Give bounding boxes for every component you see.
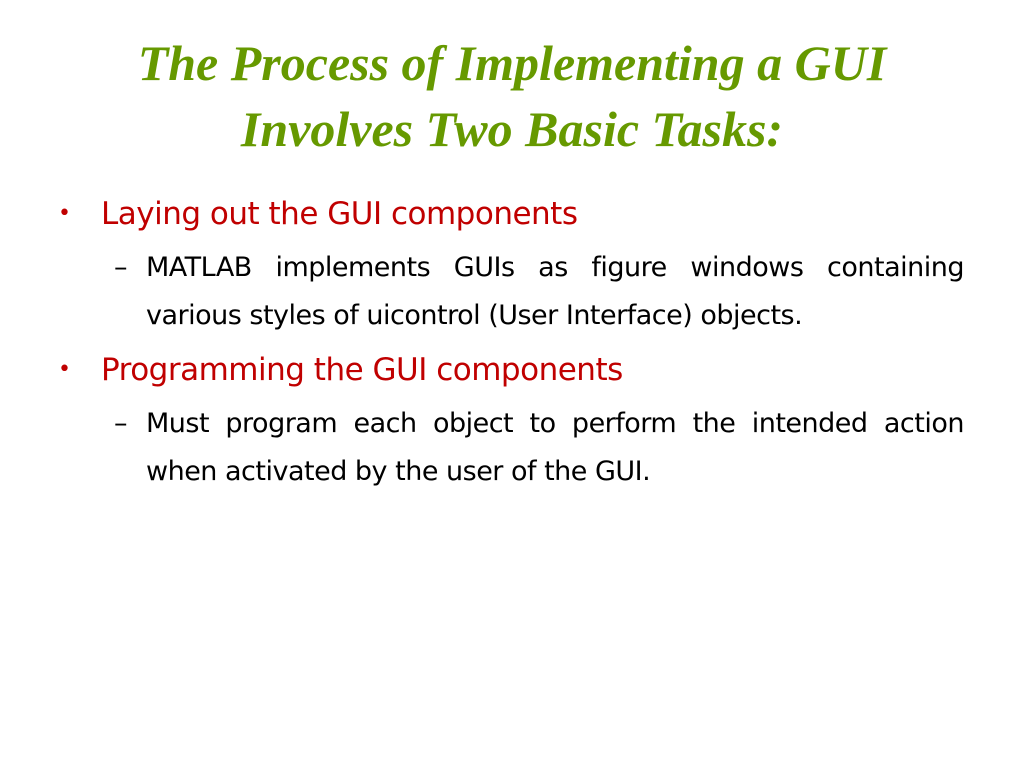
sub-bullet-must-program: – Must program each object to perform th…: [58, 400, 965, 496]
dash-icon: –: [114, 408, 128, 439]
dash-icon: –: [114, 252, 128, 283]
bullet-icon: •: [58, 201, 71, 226]
sub-bullet-text: Must program each object to perform the …: [146, 408, 965, 487]
bullet-laying-out: • Laying out the GUI components: [58, 190, 964, 238]
sub-bullet-text: MATLAB implements GUIs as figure windows…: [146, 252, 965, 331]
slide-title-line-1: The Process of Implementing a GUI: [137, 35, 887, 91]
slide-title: The Process of Implementing a GUI Involv…: [40, 30, 984, 162]
bullet-text: Programming the GUI components: [101, 352, 623, 388]
bullet-icon: •: [58, 357, 71, 382]
bullet-text: Laying out the GUI components: [101, 196, 578, 232]
slide-body: • Laying out the GUI components – MATLAB…: [58, 190, 965, 502]
sub-bullet-matlab: – MATLAB implements GUIs as figure windo…: [58, 244, 965, 340]
bullet-programming: • Programming the GUI components: [58, 346, 964, 394]
slide-title-line-2: Involves Two Basic Tasks:: [240, 101, 784, 157]
